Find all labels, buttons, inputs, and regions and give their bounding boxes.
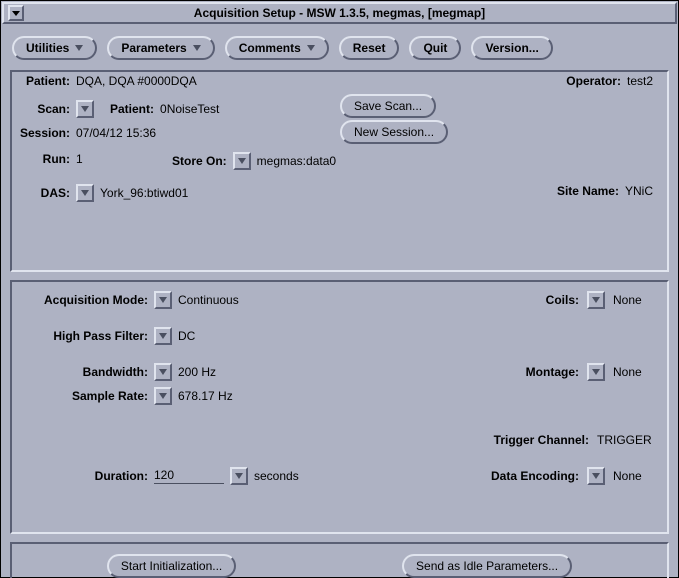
patient-value: DQA, DQA #0000DQA bbox=[76, 74, 197, 88]
session-value: 07/04/12 15:36 bbox=[76, 126, 156, 140]
quit-button[interactable]: Quit bbox=[409, 36, 461, 60]
duration-label: Duration: bbox=[12, 469, 148, 483]
bandwidth-label: Bandwidth: bbox=[12, 365, 148, 379]
chevron-down-icon bbox=[159, 333, 167, 339]
scan-dropdown[interactable] bbox=[76, 100, 94, 118]
chevron-down-icon bbox=[238, 158, 246, 164]
new-session-button[interactable]: New Session... bbox=[340, 120, 448, 144]
das-dropdown[interactable] bbox=[76, 184, 94, 202]
bandwidth-value: 200 Hz bbox=[178, 365, 216, 379]
chevron-down-icon bbox=[592, 297, 600, 303]
comments-menu[interactable]: Comments bbox=[225, 36, 329, 60]
das-label: DAS: bbox=[12, 186, 70, 200]
chevron-down-icon bbox=[81, 190, 89, 196]
patient-label: Patient: bbox=[12, 74, 70, 88]
chevron-down-icon bbox=[193, 45, 201, 51]
montage-dropdown[interactable] bbox=[587, 363, 605, 381]
parameters-label: Parameters bbox=[121, 41, 186, 55]
acqmode-value: Continuous bbox=[178, 293, 239, 307]
comments-label: Comments bbox=[239, 41, 301, 55]
coils-label: Coils: bbox=[546, 293, 579, 307]
patient-panel: Patient: DQA, DQA #0000DQA Operator: tes… bbox=[10, 70, 669, 272]
new-session-label: New Session... bbox=[354, 125, 434, 139]
operator-label: Operator: bbox=[566, 74, 621, 88]
quit-label: Quit bbox=[423, 41, 447, 55]
chevron-down-icon bbox=[592, 473, 600, 479]
acq-params-panel: Acquisition Mode: Continuous Coils: None… bbox=[10, 280, 669, 534]
sitename-value: YNiC bbox=[625, 184, 653, 198]
samplerate-label: Sample Rate: bbox=[12, 389, 148, 403]
parameters-menu[interactable]: Parameters bbox=[107, 36, 214, 60]
encoding-value: None bbox=[613, 469, 657, 483]
session-label: Session: bbox=[12, 126, 70, 140]
acqmode-label: Acquisition Mode: bbox=[12, 293, 148, 307]
storeon-value: megmas:data0 bbox=[257, 154, 336, 168]
chevron-down-icon bbox=[592, 369, 600, 375]
version-label: Version... bbox=[485, 41, 538, 55]
montage-label: Montage: bbox=[526, 365, 579, 379]
run-value: 1 bbox=[76, 152, 83, 166]
hpf-dropdown[interactable] bbox=[154, 327, 172, 345]
save-scan-label: Save Scan... bbox=[354, 99, 422, 113]
storeon-label: Store On: bbox=[172, 154, 227, 168]
duration-units-dropdown[interactable] bbox=[230, 467, 248, 485]
action-bar: Start Initialization... Send as Idle Par… bbox=[10, 542, 669, 578]
send-idle-params-label: Send as Idle Parameters... bbox=[416, 559, 558, 573]
send-idle-params-button[interactable]: Send as Idle Parameters... bbox=[402, 554, 572, 578]
bandwidth-dropdown[interactable] bbox=[154, 363, 172, 381]
hpf-label: High Pass Filter: bbox=[12, 329, 148, 343]
scan-patient-label: Patient: bbox=[110, 102, 154, 116]
samplerate-value: 678.17 Hz bbox=[178, 389, 233, 403]
chevron-down-icon bbox=[307, 45, 315, 51]
utilities-label: Utilities bbox=[26, 41, 69, 55]
chevron-down-icon bbox=[81, 106, 89, 112]
chevron-down-icon bbox=[75, 45, 83, 51]
duration-input[interactable] bbox=[154, 468, 224, 482]
start-initialization-button[interactable]: Start Initialization... bbox=[107, 554, 236, 578]
start-initialization-label: Start Initialization... bbox=[121, 559, 222, 573]
version-button[interactable]: Version... bbox=[471, 36, 552, 60]
encoding-dropdown[interactable] bbox=[587, 467, 605, 485]
chevron-down-icon bbox=[159, 393, 167, 399]
storeon-dropdown[interactable] bbox=[233, 152, 251, 170]
run-label: Run: bbox=[12, 152, 70, 166]
reset-button[interactable]: Reset bbox=[339, 36, 400, 60]
chevron-down-icon bbox=[159, 297, 167, 303]
acqmode-dropdown[interactable] bbox=[154, 291, 172, 309]
trigger-label: Trigger Channel: bbox=[494, 433, 589, 447]
das-value: York_96:btiwd01 bbox=[100, 186, 188, 200]
menubar: Utilities Parameters Comments Reset Quit… bbox=[12, 36, 669, 60]
trigger-value: TRIGGER bbox=[597, 433, 657, 447]
coils-dropdown[interactable] bbox=[587, 291, 605, 309]
coils-value: None bbox=[613, 293, 657, 307]
sitename-label: Site Name: bbox=[557, 184, 619, 198]
hpf-value: DC bbox=[178, 329, 195, 343]
reset-label: Reset bbox=[353, 41, 386, 55]
scan-label: Scan: bbox=[12, 102, 70, 116]
scan-patient-value: 0NoiseTest bbox=[160, 102, 219, 116]
utilities-menu[interactable]: Utilities bbox=[12, 36, 97, 60]
window-menu-button[interactable] bbox=[8, 5, 24, 21]
duration-units-value: seconds bbox=[254, 469, 299, 483]
samplerate-dropdown[interactable] bbox=[154, 387, 172, 405]
encoding-label: Data Encoding: bbox=[491, 469, 579, 483]
chevron-down-icon bbox=[235, 473, 243, 479]
window-title: Acquisition Setup - MSW 1.3.5, megmas, [… bbox=[30, 6, 649, 20]
operator-value: test2 bbox=[627, 74, 653, 88]
montage-value: None bbox=[613, 365, 657, 379]
save-scan-button[interactable]: Save Scan... bbox=[340, 94, 436, 118]
chevron-down-icon bbox=[159, 369, 167, 375]
